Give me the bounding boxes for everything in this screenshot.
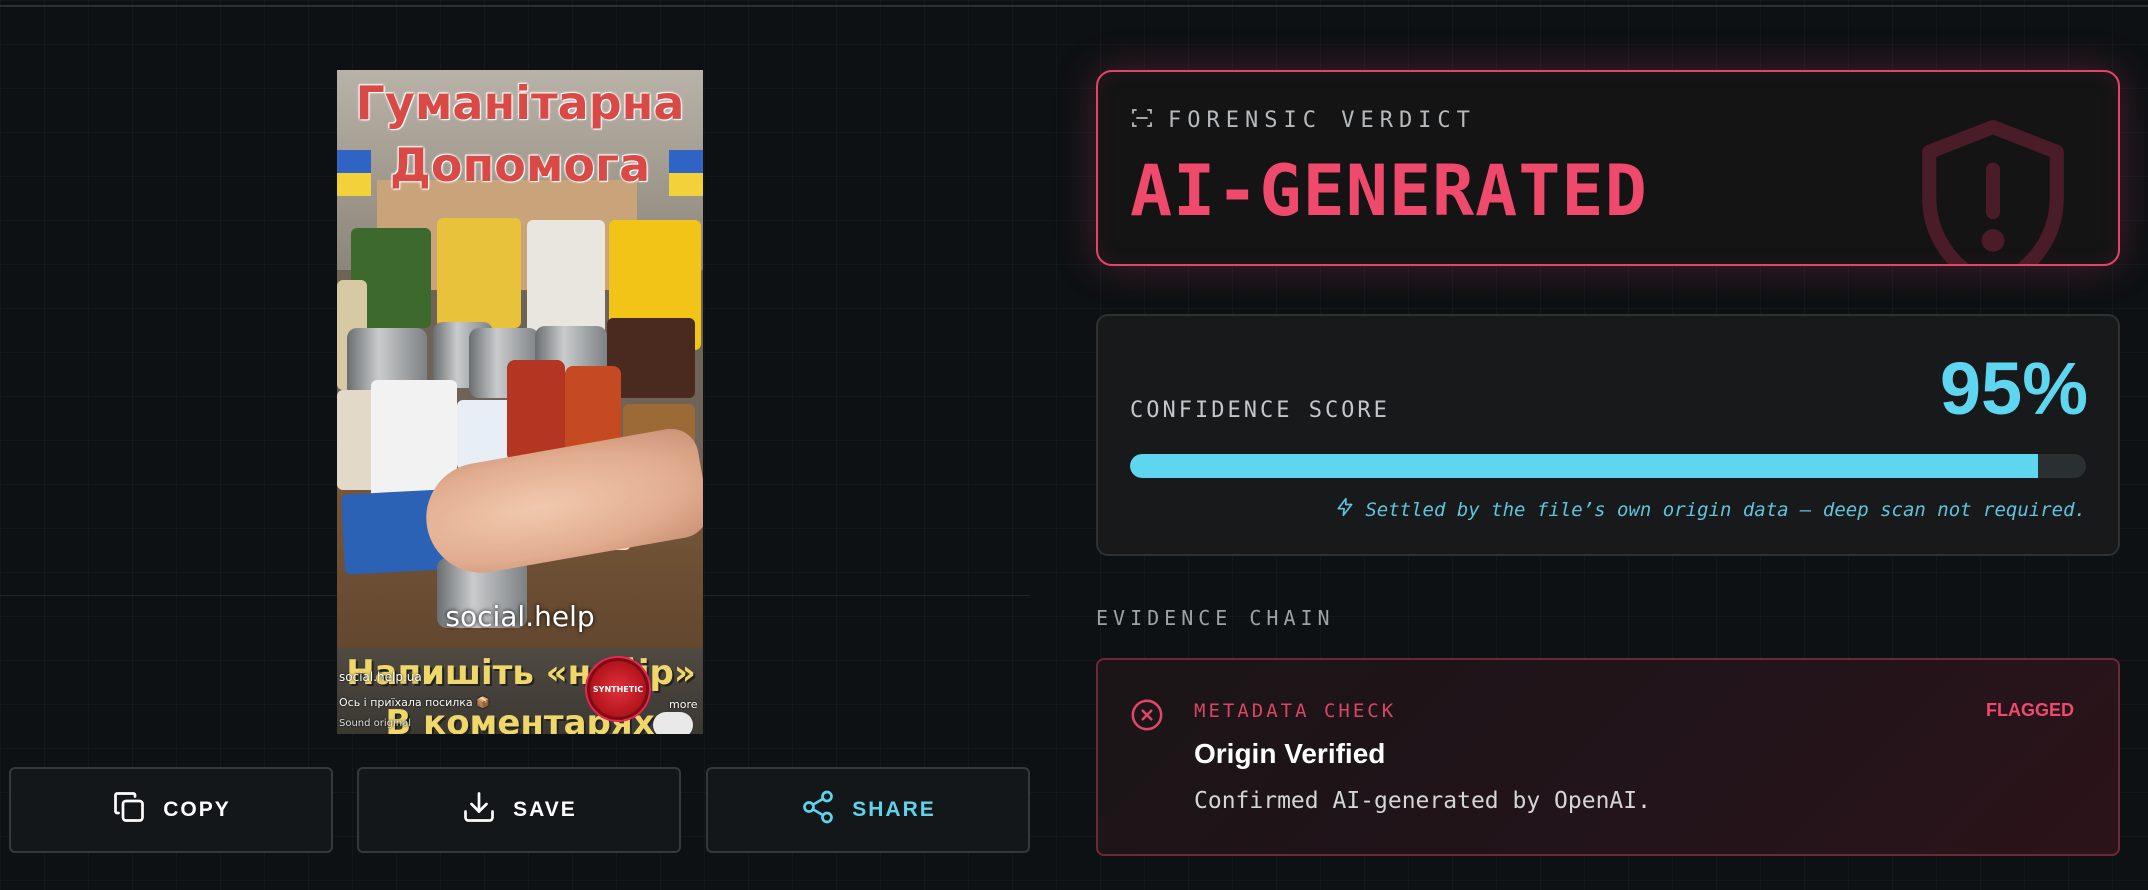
verdict-card: FORENSIC VERDICT AI-GENERATED xyxy=(1096,70,2120,266)
evidence-description: Confirmed AI-generated by OpenAI. xyxy=(1194,788,1651,814)
forensic-result-page: Гуманітарна Допомога social.help Напишіт… xyxy=(0,0,2148,890)
copy-label: COPY xyxy=(163,798,231,821)
shield-alert-icon xyxy=(1908,110,2078,264)
evidence-item[interactable]: METADATA CHECK FLAGGED Origin Verified C… xyxy=(1096,658,2120,856)
copy-button[interactable]: COPY xyxy=(9,767,333,853)
preview-caption: Ось і приїхала посилка 📦 xyxy=(339,696,490,709)
verdict-label: FORENSIC VERDICT xyxy=(1168,108,1476,133)
media-preview[interactable]: Гуманітарна Допомога social.help Напишіт… xyxy=(337,70,703,734)
confidence-bar-fill xyxy=(1130,454,2039,478)
top-divider xyxy=(0,5,2148,7)
confidence-value: 95% xyxy=(1939,347,2088,430)
preview-title: Гуманітарна Допомога xyxy=(355,76,685,192)
copy-icon xyxy=(111,789,147,831)
preview-sound: Sound original xyxy=(339,718,412,729)
evidence-type: METADATA CHECK xyxy=(1194,700,1397,722)
scan-icon xyxy=(1130,106,1154,135)
evidence-title: Origin Verified xyxy=(1194,738,1386,769)
synthetic-badge: SYNTHETIC xyxy=(587,658,649,720)
evidence-heading: EVIDENCE CHAIN xyxy=(1096,606,1335,630)
lightning-icon xyxy=(1335,496,1355,523)
save-button[interactable]: SAVE xyxy=(357,767,681,853)
confidence-card: CONFIDENCE SCORE 95% Settled by the file… xyxy=(1096,314,2120,556)
preview-handle: social.help.ua xyxy=(339,670,422,684)
verdict-value: AI-GENERATED xyxy=(1130,150,1648,232)
confidence-label: CONFIDENCE SCORE xyxy=(1130,398,1390,423)
download-icon xyxy=(461,789,497,831)
cloud-sticker xyxy=(653,712,693,734)
evidence-status-badge: FLAGGED xyxy=(1986,700,2074,720)
preview-watermark: social.help xyxy=(445,600,595,633)
x-circle-icon xyxy=(1130,698,1164,732)
share-label: SHARE xyxy=(852,798,936,821)
preview-more: more xyxy=(669,698,698,711)
save-label: SAVE xyxy=(513,798,577,821)
confidence-bar xyxy=(1130,454,2086,478)
share-button[interactable]: SHARE xyxy=(706,767,1030,853)
confidence-note: Settled by the file’s own origin data — … xyxy=(1335,496,2086,523)
share-icon xyxy=(800,789,836,831)
